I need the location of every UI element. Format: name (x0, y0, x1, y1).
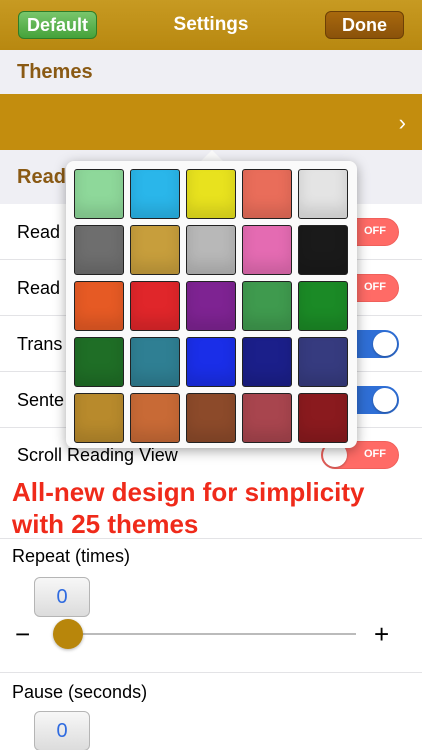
pause-value-field[interactable]: 0 (34, 711, 90, 750)
theme-palette-popover (66, 161, 357, 448)
theme-swatch[interactable] (298, 281, 348, 331)
themes-section-header: Themes (0, 50, 422, 94)
toggle-knob (373, 332, 397, 356)
theme-swatch[interactable] (130, 169, 180, 219)
theme-swatch[interactable] (186, 337, 236, 387)
theme-swatch[interactable] (74, 393, 124, 443)
theme-swatch[interactable] (130, 393, 180, 443)
theme-swatch[interactable] (74, 337, 124, 387)
page-title: Settings (173, 14, 249, 35)
theme-swatch[interactable] (298, 169, 348, 219)
theme-swatch[interactable] (186, 169, 236, 219)
theme-swatch[interactable] (130, 337, 180, 387)
theme-swatch[interactable] (242, 281, 292, 331)
theme-swatch[interactable] (242, 169, 292, 219)
pause-label: Pause (seconds) (12, 682, 148, 702)
decrease-button[interactable]: − (15, 619, 30, 649)
done-button[interactable]: Done (325, 11, 404, 39)
increase-button[interactable]: + (374, 619, 389, 649)
theme-swatch[interactable] (130, 225, 180, 275)
repeat-label: Repeat (times) (12, 546, 131, 566)
divider (0, 672, 422, 673)
theme-swatch[interactable] (74, 225, 124, 275)
theme-selector-row[interactable]: › (0, 94, 422, 150)
theme-swatch[interactable] (74, 281, 124, 331)
theme-swatch[interactable] (130, 281, 180, 331)
toggle-knob (373, 388, 397, 412)
toggle-state-text: OFF (364, 225, 386, 237)
theme-swatch[interactable] (298, 337, 348, 387)
theme-swatch[interactable] (74, 169, 124, 219)
theme-swatch[interactable] (242, 225, 292, 275)
promo-line-1: All-new design for simplicity (12, 477, 365, 507)
promo-line-2: with 25 themes (12, 509, 199, 539)
row-label: Read (17, 278, 61, 298)
chevron-right-icon: › (398, 110, 406, 135)
theme-swatch[interactable] (242, 337, 292, 387)
theme-swatch[interactable] (186, 393, 236, 443)
row-label: Trans (17, 334, 63, 354)
repeat-value-field[interactable]: 0 (34, 577, 90, 617)
divider (0, 538, 422, 539)
row-label: Sente (17, 390, 65, 410)
theme-swatch[interactable] (186, 281, 236, 331)
theme-swatch[interactable] (298, 225, 348, 275)
toggle-state-text: OFF (364, 281, 386, 293)
navigation-bar: Default Settings Done (0, 0, 422, 50)
repeat-slider-track[interactable] (70, 633, 356, 635)
row-label: Read (17, 222, 61, 242)
toggle-state-text: OFF (364, 448, 386, 460)
promo-caption: All-new design for simplicity with 25 th… (12, 476, 412, 540)
theme-swatch[interactable] (242, 393, 292, 443)
theme-swatch[interactable] (186, 225, 236, 275)
theme-swatch[interactable] (298, 393, 348, 443)
default-button[interactable]: Default (18, 11, 97, 39)
repeat-slider-thumb[interactable] (53, 619, 83, 649)
